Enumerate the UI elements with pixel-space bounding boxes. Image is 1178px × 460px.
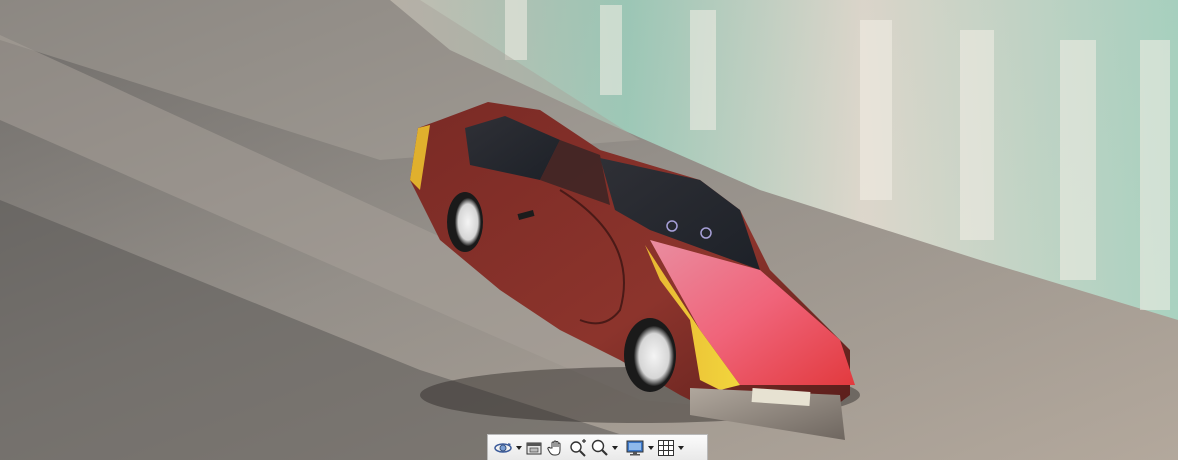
camera-icon xyxy=(526,442,542,454)
3d-viewport[interactable] xyxy=(0,0,1178,460)
orbit-dropdown-caret[interactable] xyxy=(515,437,523,459)
display-dropdown-caret[interactable] xyxy=(647,437,655,459)
rendered-scene xyxy=(0,0,1178,460)
display-monitor-icon xyxy=(626,440,644,455)
zoom-icon xyxy=(591,439,608,456)
pan-hand-icon xyxy=(547,440,561,455)
grid-dropdown-caret[interactable] xyxy=(677,437,685,459)
pan-button[interactable] xyxy=(545,437,567,459)
chevron-down-icon xyxy=(648,445,654,450)
grid-icon xyxy=(658,439,674,456)
zoom-dropdown-caret[interactable] xyxy=(611,437,619,459)
view-toolbar xyxy=(487,434,708,460)
zoom-window-button[interactable] xyxy=(567,437,589,459)
grid-button[interactable] xyxy=(655,437,677,459)
chevron-down-icon xyxy=(678,445,684,450)
zoom-window-icon xyxy=(570,438,586,457)
camera-button[interactable] xyxy=(523,437,545,459)
chevron-down-icon xyxy=(516,445,522,450)
display-button[interactable] xyxy=(623,437,647,459)
orbit-button[interactable] xyxy=(491,437,515,459)
chevron-down-icon xyxy=(612,445,618,450)
orbit-icon xyxy=(494,442,512,453)
zoom-button[interactable] xyxy=(589,437,611,459)
